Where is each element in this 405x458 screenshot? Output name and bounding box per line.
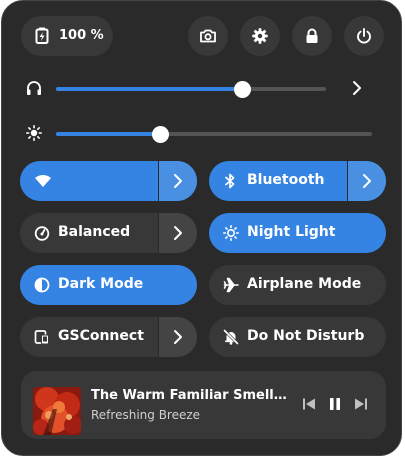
camera-icon bbox=[200, 29, 216, 43]
lock-button[interactable] bbox=[292, 16, 332, 56]
gsconnect-menu-arrow[interactable] bbox=[158, 317, 197, 357]
screenshot-button[interactable] bbox=[188, 16, 228, 56]
brightness-slider-knob[interactable] bbox=[151, 125, 169, 143]
brightness-slider[interactable] bbox=[56, 125, 372, 143]
airplane-mode-tile[interactable]: Airplane Mode bbox=[209, 265, 386, 305]
power-mode-menu-arrow[interactable] bbox=[158, 213, 197, 253]
chevron-right-icon bbox=[174, 330, 182, 344]
power-icon bbox=[357, 28, 371, 44]
power-mode-icon bbox=[34, 225, 50, 245]
skip-previous-icon bbox=[303, 398, 315, 410]
phone-icon bbox=[34, 329, 50, 349]
chevron-right-icon bbox=[353, 81, 361, 95]
media-artist: Refreshing Breeze bbox=[91, 408, 201, 422]
volume-slider-fill bbox=[56, 87, 243, 91]
night-light-tile[interactable]: Night Light bbox=[209, 213, 386, 253]
airplane-icon bbox=[223, 277, 239, 297]
battery-indicator[interactable]: 100 % bbox=[21, 16, 113, 56]
bluetooth-icon bbox=[223, 173, 237, 193]
brightness-slider-fill bbox=[56, 132, 161, 136]
wifi-tile[interactable] bbox=[20, 161, 197, 201]
headphones-icon bbox=[26, 80, 42, 100]
bluetooth-tile-label: Bluetooth bbox=[247, 172, 325, 188]
dark-mode-tile[interactable]: Dark Mode bbox=[20, 265, 197, 305]
bluetooth-menu-arrow[interactable] bbox=[347, 161, 386, 201]
lock-icon bbox=[306, 28, 318, 43]
volume-slider[interactable] bbox=[56, 80, 326, 98]
pause-button[interactable] bbox=[327, 396, 343, 416]
bell-off-icon bbox=[223, 329, 239, 349]
bluetooth-tile[interactable]: Bluetooth bbox=[209, 161, 386, 201]
wifi-icon bbox=[34, 173, 52, 193]
quick-settings-panel: 100 % Bluetooth Balanced Night Light Dar… bbox=[1, 0, 402, 456]
album-cover bbox=[33, 387, 81, 435]
gsconnect-tile-label: GSConnect bbox=[58, 328, 144, 344]
airplane-mode-tile-label: Airplane Mode bbox=[247, 276, 362, 292]
previous-track-button[interactable] bbox=[301, 396, 317, 416]
pause-icon bbox=[330, 398, 340, 410]
volume-slider-knob[interactable] bbox=[233, 80, 251, 98]
do-not-disturb-tile[interactable]: Do Not Disturb bbox=[209, 317, 386, 357]
night-light-tile-label: Night Light bbox=[247, 224, 336, 240]
dark-mode-tile-label: Dark Mode bbox=[58, 276, 144, 292]
night-light-icon bbox=[223, 225, 239, 245]
brightness-icon bbox=[26, 125, 42, 145]
dark-mode-icon bbox=[34, 277, 50, 297]
chevron-right-icon bbox=[363, 174, 371, 188]
wifi-menu-arrow[interactable] bbox=[158, 161, 197, 201]
power-mode-tile-label: Balanced bbox=[58, 224, 131, 240]
battery-percent: 100 % bbox=[59, 28, 104, 43]
media-title: The Warm Familiar Smell of S… bbox=[91, 388, 291, 403]
chevron-right-icon bbox=[174, 174, 182, 188]
gear-icon bbox=[252, 28, 268, 44]
gsconnect-tile[interactable]: GSConnect bbox=[20, 317, 197, 357]
battery-charging-icon bbox=[35, 27, 49, 48]
settings-button[interactable] bbox=[240, 16, 280, 56]
chevron-right-icon bbox=[174, 226, 182, 240]
volume-menu-arrow[interactable] bbox=[351, 80, 363, 100]
do-not-disturb-tile-label: Do Not Disturb bbox=[247, 328, 365, 344]
next-track-button[interactable] bbox=[353, 396, 369, 416]
power-mode-tile[interactable]: Balanced bbox=[20, 213, 197, 253]
power-button[interactable] bbox=[344, 16, 384, 56]
media-player: The Warm Familiar Smell of S… Refreshing… bbox=[21, 371, 386, 439]
skip-next-icon bbox=[355, 398, 367, 410]
